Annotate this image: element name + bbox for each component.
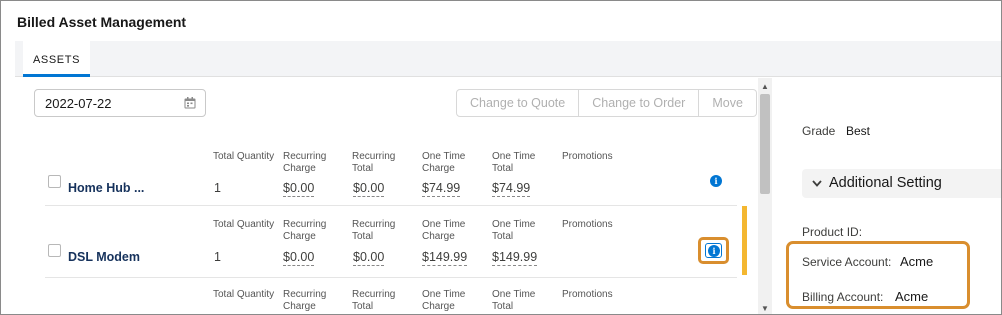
recurring-total-value: $0.00 (353, 250, 385, 266)
scroll-up-arrow-icon[interactable]: ▲ (761, 82, 769, 91)
section-title: Additional Setting (829, 175, 942, 191)
column-header-one-time-charge: One Time Charge (422, 289, 466, 312)
row-checkbox[interactable] (48, 244, 61, 257)
active-row-marker (742, 206, 747, 275)
move-button[interactable]: Move (699, 89, 757, 117)
change-to-order-button[interactable]: Change to Order (579, 89, 700, 117)
column-header-recurring-total: Recurring Total (352, 289, 396, 312)
grade-value: Best (846, 124, 871, 138)
column-header-recurring-total: Recurring Total (352, 151, 396, 174)
row-checkbox[interactable] (48, 175, 61, 188)
column-header-one-time-total: One Time Total (492, 219, 536, 242)
tab-assets[interactable]: ASSETS (23, 41, 91, 77)
column-header-recurring-charge: Recurring Charge (283, 289, 327, 312)
page-title: Billed Asset Management (17, 14, 187, 30)
billing-account-value: Acme (895, 289, 929, 304)
column-header-total-quantity: Total Quantity (213, 289, 275, 300)
service-account-label: Service Account: (802, 255, 892, 269)
billing-account-label: Billing Account: (802, 290, 884, 304)
row-divider (45, 277, 737, 278)
one-time-total-value: $74.99 (492, 181, 531, 197)
one-time-total-value: $149.99 (492, 250, 538, 266)
column-header-promotions: Promotions (562, 219, 613, 230)
service-account-value: Acme (900, 254, 934, 269)
product-id-label: Product ID: (802, 225, 863, 239)
action-button-group: Change to Quote Change to Order Move (456, 89, 757, 117)
column-header-total-quantity: Total Quantity (213, 151, 275, 162)
calendar-icon[interactable] (184, 97, 196, 109)
column-header-one-time-total: One Time Total (492, 151, 536, 174)
assets-scrollbar[interactable]: ▲ ▼ (758, 78, 772, 314)
info-icon-highlight: i (698, 237, 729, 264)
asset-name[interactable]: Home Hub ... (68, 181, 144, 195)
info-icon[interactable]: i (710, 175, 722, 187)
row-divider (45, 205, 737, 206)
change-to-quote-button[interactable]: Change to Quote (456, 89, 580, 117)
one-time-charge-value: $74.99 (422, 181, 461, 197)
recurring-charge-value: $0.00 (283, 181, 315, 197)
chevron-down-icon (812, 180, 822, 187)
scroll-thumb[interactable] (760, 94, 770, 194)
recurring-total-value: $0.00 (353, 181, 385, 197)
one-time-charge-value: $149.99 (422, 250, 468, 266)
additional-setting-section-toggle[interactable]: Additional Setting (802, 169, 1001, 198)
column-header-one-time-total: One Time Total (492, 289, 536, 312)
column-header-recurring-charge: Recurring Charge (283, 151, 327, 174)
column-header-total-quantity: Total Quantity (213, 219, 275, 230)
asset-name[interactable]: DSL Modem (68, 250, 140, 264)
app-frame: Billed Asset Management ASSETS ▲ ▼ 2022-… (0, 0, 1002, 315)
column-header-promotions: Promotions (562, 151, 613, 162)
scroll-down-arrow-icon[interactable]: ▼ (761, 304, 769, 313)
info-icon[interactable]: i (708, 245, 720, 257)
total-quantity-value: 1 (214, 250, 221, 264)
column-header-one-time-charge: One Time Charge (422, 151, 466, 174)
total-quantity-value: 1 (214, 181, 221, 195)
column-header-recurring-total: Recurring Total (352, 219, 396, 242)
column-header-promotions: Promotions (562, 289, 613, 300)
recurring-charge-value: $0.00 (283, 250, 315, 266)
column-header-recurring-charge: Recurring Charge (283, 219, 327, 242)
column-header-one-time-charge: One Time Charge (422, 219, 466, 242)
date-input[interactable]: 2022-07-22 (34, 89, 206, 117)
grade-label: Grade (802, 124, 836, 138)
info-button[interactable]: i (705, 243, 722, 258)
date-value: 2022-07-22 (45, 96, 112, 111)
tab-bar: ASSETS (15, 41, 1001, 77)
